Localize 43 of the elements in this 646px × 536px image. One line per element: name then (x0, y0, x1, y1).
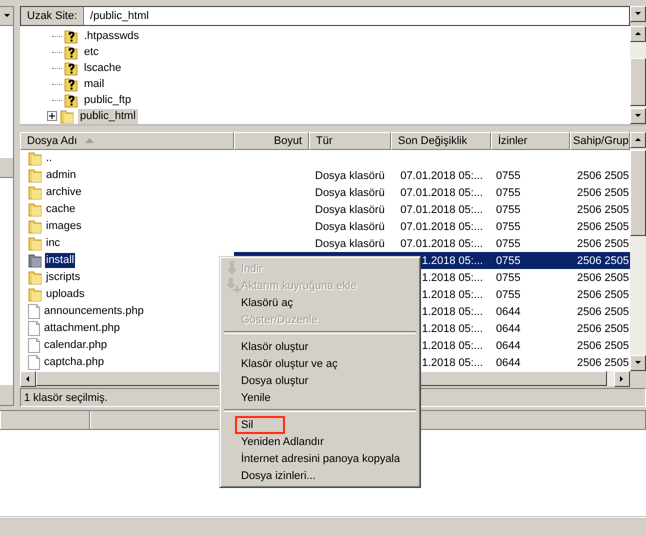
owner-cell: 2506 2505 (577, 254, 629, 266)
status-text: 1 klasör seçilmiş. (24, 392, 108, 404)
owner-cell: 2506 2505 (577, 204, 629, 216)
modified-cell: 1.2018 05:... (422, 306, 483, 318)
permissions-cell: 0755 (496, 220, 520, 232)
type-cell: Dosya klasörü (315, 238, 385, 250)
owner-cell: 2506 2505 (577, 356, 629, 368)
owner-cell: 2506 2505 (577, 220, 629, 232)
modified-cell: 1.2018 05:... (422, 254, 483, 266)
permissions-cell: 0644 (496, 356, 520, 368)
modified-cell: 1.2018 05:... (422, 356, 483, 368)
owner-cell: 2506 2505 (577, 186, 629, 198)
owner-cell: 2506 2505 (577, 170, 629, 182)
owner-cell: 2506 2505 (577, 340, 629, 352)
modified-cell: 07.01.2018 05:... (400, 186, 483, 198)
modified-cell: 07.01.2018 05:... (400, 204, 483, 216)
owner-cell: 2506 2505 (577, 272, 629, 284)
modified-cell: 1.2018 05:... (422, 272, 483, 284)
type-cell: Dosya klasörü (315, 220, 385, 232)
permissions-cell: 0755 (496, 238, 520, 250)
type-cell: Dosya klasörü (315, 170, 385, 182)
permissions-cell: 0644 (496, 340, 520, 352)
modified-cell: 07.01.2018 05:... (400, 238, 483, 250)
modified-cell: 1.2018 05:... (422, 340, 483, 352)
permissions-cell: 0755 (496, 170, 520, 182)
remote-site-label: Uzak Site: (20, 6, 84, 26)
owner-cell: 2506 2505 (577, 288, 629, 300)
permissions-cell: 0644 (496, 306, 520, 318)
modified-cell: 07.01.2018 05:... (400, 170, 483, 182)
owner-cell: 2506 2505 (577, 322, 629, 334)
type-cell: Dosya klasörü (315, 186, 385, 198)
modified-cell: 1.2018 05:... (422, 322, 483, 334)
permissions-cell: 0755 (496, 288, 520, 300)
modified-cell: 1.2018 05:... (422, 288, 483, 300)
type-cell: Dosya klasörü (315, 204, 385, 216)
modified-cell: 07.01.2018 05:... (400, 220, 483, 232)
permissions-cell: 0755 (496, 254, 520, 266)
permissions-cell: 0755 (496, 272, 520, 284)
owner-cell: 2506 2505 (577, 238, 629, 250)
permissions-cell: 0644 (496, 322, 520, 334)
permissions-cell: 0755 (496, 186, 520, 198)
permissions-cell: 0755 (496, 204, 520, 216)
owner-cell: 2506 2505 (577, 306, 629, 318)
